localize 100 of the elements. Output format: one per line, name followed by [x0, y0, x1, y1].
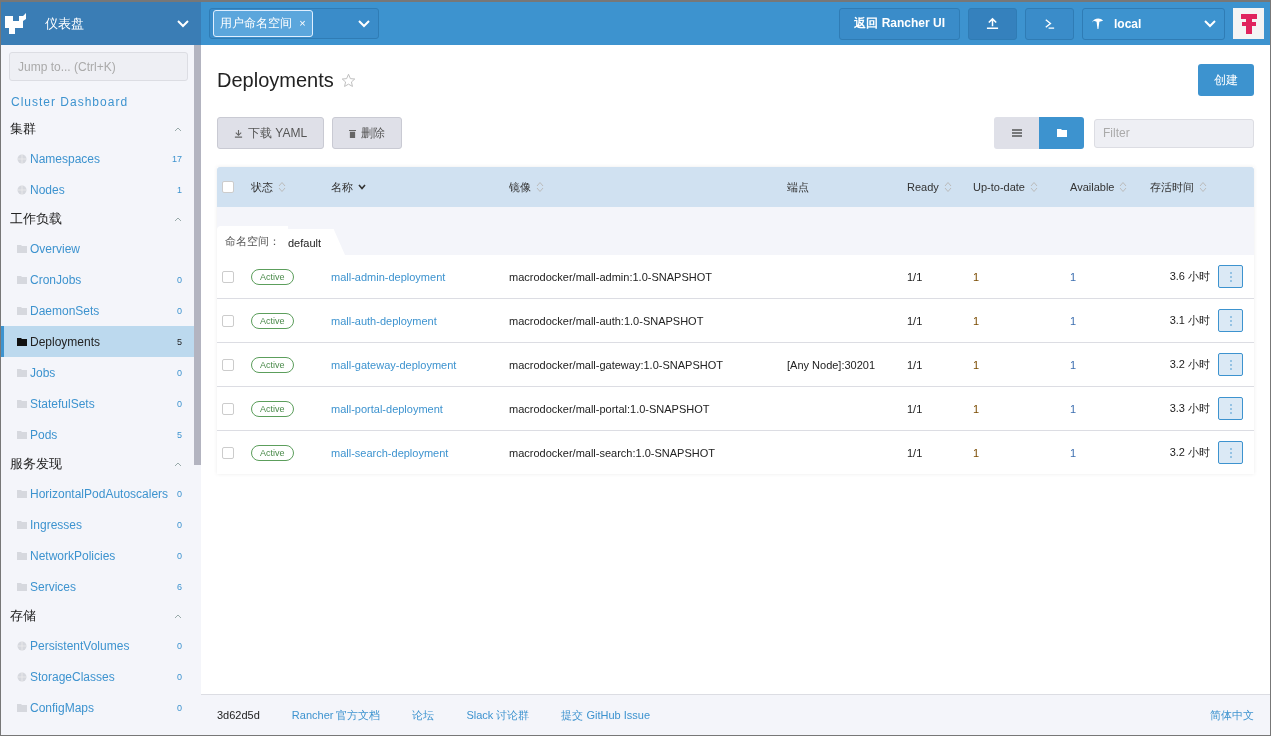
caret-icon[interactable] — [174, 461, 182, 467]
namespace-select[interactable]: 用户命名空间 × — [209, 8, 379, 39]
view-toggle-button[interactable] — [1039, 117, 1084, 149]
view-toggle-button[interactable] — [994, 117, 1039, 149]
nav-item[interactable]: PersistentVolumes 0 — [1, 630, 194, 661]
cluster-dashboard-link[interactable]: Cluster Dashboard — [11, 95, 129, 109]
column-header[interactable]: 名称 — [331, 179, 353, 195]
globe-icon — [17, 640, 27, 651]
user-avatar[interactable] — [1233, 8, 1264, 39]
column-header[interactable]: Available — [1070, 181, 1115, 193]
folder-icon — [17, 489, 27, 498]
jump-to-field[interactable]: Jump to... (Ctrl+K) — [9, 52, 188, 81]
column-header[interactable]: 状态 — [251, 179, 273, 195]
nav-group-title[interactable]: 工作负载 — [10, 210, 174, 228]
table-cell: [Any Node]:30201 — [787, 358, 876, 371]
row-checkbox[interactable] — [222, 314, 234, 327]
shell-button[interactable] — [1025, 7, 1074, 40]
deployment-link[interactable]: mall-gateway-deployment — [331, 358, 457, 371]
table-cell: 1 — [1070, 270, 1077, 283]
folder-icon — [17, 520, 27, 529]
column-header[interactable]: 镜像 — [509, 179, 531, 195]
actions-button[interactable] — [1218, 309, 1243, 332]
nav-item[interactable]: Deployments 5 — [1, 326, 194, 357]
folder-icon — [17, 430, 27, 439]
delete-button[interactable]: 删除 — [332, 117, 403, 149]
table-cell: 1/1 — [907, 446, 923, 459]
nav-item[interactable]: CronJobs 0 — [1, 264, 194, 295]
nav-item[interactable]: Overview — [1, 233, 194, 264]
nav-group-title[interactable]: 存储 — [10, 607, 174, 625]
cluster-icon — [1091, 17, 1104, 30]
footer-link[interactable]: 论坛 — [412, 707, 435, 723]
folder-icon — [17, 337, 27, 346]
deployment-link[interactable]: mall-admin-deployment — [331, 270, 446, 283]
download-yaml-button[interactable]: 下载 YAML — [217, 117, 325, 149]
folder-icon — [17, 368, 27, 377]
column-header[interactable]: Ready — [907, 181, 939, 193]
scrollbar[interactable] — [194, 45, 201, 735]
actions-button[interactable] — [1218, 441, 1243, 464]
table-cell: 3.1 小时 — [1169, 313, 1210, 328]
folder-icon — [17, 306, 27, 315]
chevron-down-icon — [358, 19, 370, 28]
deployment-link[interactable]: mall-auth-deployment — [331, 314, 437, 327]
globe-icon — [17, 671, 27, 682]
caret-icon[interactable] — [174, 216, 182, 222]
create-button[interactable]: 创建 — [1198, 64, 1254, 96]
row-checkbox[interactable] — [222, 270, 234, 283]
more-icon — [1229, 271, 1232, 282]
group-value: default — [288, 229, 346, 255]
column-header[interactable]: 端点 — [787, 179, 809, 195]
actions-button[interactable] — [1218, 353, 1243, 376]
table-cell: 3.2 小时 — [1169, 357, 1210, 372]
nav-item[interactable]: Jobs 0 — [1, 357, 194, 388]
folder-icon — [17, 703, 27, 712]
row-checkbox[interactable] — [222, 446, 234, 459]
nav-item[interactable]: Namespaces 17 — [1, 143, 194, 174]
caret-icon[interactable] — [174, 613, 182, 619]
table-cell: 1 — [1070, 446, 1077, 459]
cluster-select[interactable]: local — [1082, 7, 1225, 40]
page-title: Deployments — [217, 68, 334, 92]
caret-icon[interactable] — [174, 126, 182, 132]
product-name: 仪表盘 — [45, 14, 85, 33]
table-cell: macrodocker/mall-admin:1.0-SNAPSHOT — [509, 270, 712, 283]
column-header[interactable]: Up-to-date — [973, 181, 1025, 193]
select-all-checkbox[interactable] — [222, 181, 234, 193]
folder-icon — [17, 244, 27, 253]
nav-item[interactable]: Nodes 1 — [1, 174, 194, 205]
globe-icon — [17, 153, 27, 164]
table-cell: 1 — [1070, 314, 1077, 327]
upload-button[interactable] — [968, 7, 1017, 40]
nav-item[interactable]: Pods 5 — [1, 419, 194, 450]
nav-item[interactable]: HorizontalPodAutoscalers 0 — [1, 478, 194, 509]
nav-item[interactable]: StorageClasses 0 — [1, 661, 194, 692]
filter-field[interactable]: Filter — [1094, 118, 1254, 148]
deployment-link[interactable]: mall-portal-deployment — [331, 402, 443, 415]
nav-item[interactable]: DaemonSets 0 — [1, 295, 194, 326]
namespace-chip: 用户命名空间 × — [213, 10, 313, 37]
row-checkbox[interactable] — [222, 358, 234, 371]
version-label: 3d62d5d — [217, 709, 260, 721]
more-icon — [1229, 447, 1232, 458]
footer-link[interactable]: Slack 讨论群 — [466, 707, 530, 723]
back-to-rancher-button[interactable]: 返回 Rancher UI — [839, 7, 960, 40]
nav-item[interactable]: Ingresses 0 — [1, 509, 194, 540]
nav-item[interactable]: ConfigMaps 0 — [1, 692, 194, 723]
nav-item[interactable]: StatefulSets 0 — [1, 388, 194, 419]
star-icon[interactable] — [340, 72, 356, 88]
chevron-down-icon[interactable] — [177, 19, 189, 28]
nav-group-title[interactable]: 服务发现 — [10, 455, 174, 473]
nav-group-title[interactable]: 集群 — [10, 120, 174, 138]
actions-button[interactable] — [1218, 397, 1243, 420]
nav-item[interactable]: NetworkPolicies 0 — [1, 540, 194, 571]
nav-item[interactable]: Services 6 — [1, 571, 194, 602]
remove-chip-button[interactable]: × — [299, 17, 306, 29]
row-checkbox[interactable] — [222, 402, 234, 415]
footer-link[interactable]: 提交 GitHub Issue — [561, 707, 651, 723]
actions-button[interactable] — [1218, 265, 1243, 288]
language-link[interactable]: 简体中文 — [1210, 707, 1254, 723]
table-cell: 1/1 — [907, 270, 923, 283]
column-header[interactable]: 存活时间 — [1150, 179, 1194, 195]
deployment-link[interactable]: mall-search-deployment — [331, 446, 449, 459]
footer-link[interactable]: Rancher 官方文档 — [291, 707, 381, 723]
